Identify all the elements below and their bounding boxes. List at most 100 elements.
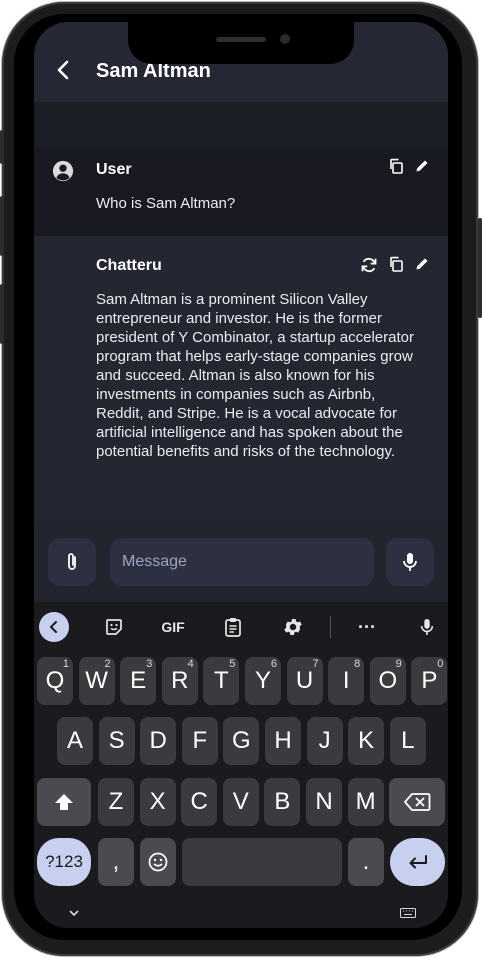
side-button-volume-up xyxy=(0,196,4,256)
key-r-label: R xyxy=(171,667,189,694)
notch xyxy=(128,22,354,64)
key-n[interactable]: N xyxy=(306,778,342,826)
spacebar-key[interactable] xyxy=(182,838,342,886)
key-w[interactable]: W2 xyxy=(78,657,115,705)
key-hint-number: 1 xyxy=(62,658,69,670)
sticker-icon xyxy=(106,619,122,635)
key-x[interactable]: X xyxy=(139,778,176,826)
backspace-icon xyxy=(404,793,431,811)
key-n-label: N xyxy=(315,788,333,815)
front-camera xyxy=(280,34,290,44)
microphone-icon xyxy=(403,553,417,571)
key-x-label: X xyxy=(149,788,166,815)
key-hint-number: 5 xyxy=(229,658,236,670)
gif-button[interactable]: GIF xyxy=(158,612,188,642)
sticker-button[interactable] xyxy=(99,612,129,642)
key-f[interactable]: F xyxy=(181,717,218,765)
key-o[interactable]: O9 xyxy=(369,657,406,705)
edit-icon[interactable] xyxy=(414,256,430,272)
keyboard-settings-button[interactable] xyxy=(278,612,308,642)
gear-icon xyxy=(284,619,302,635)
more-options-button[interactable]: ··· xyxy=(352,612,382,642)
message-text: Who is Sam Altman? xyxy=(96,195,236,212)
regenerate-icon[interactable] xyxy=(360,256,378,274)
message-assistant: Chatteru Sam Altman is a prominent Silic… xyxy=(34,236,448,524)
enter-icon xyxy=(409,855,427,869)
key-i[interactable]: I8 xyxy=(328,657,365,705)
emoji-key[interactable] xyxy=(140,838,176,886)
key-k[interactable]: K xyxy=(348,717,385,765)
key-a[interactable]: A xyxy=(57,717,93,765)
key-k-label: K xyxy=(358,727,375,754)
key-b-label: B xyxy=(274,788,291,815)
key-q-label: Q xyxy=(45,667,65,694)
edit-icon[interactable] xyxy=(414,158,430,174)
key-f-label: F xyxy=(192,727,208,754)
key-d[interactable]: D xyxy=(140,717,177,765)
back-button[interactable] xyxy=(52,58,76,82)
enter-key[interactable] xyxy=(390,838,445,886)
key-e-label: E xyxy=(130,667,147,694)
key-o-label: O xyxy=(378,667,398,694)
key-y[interactable]: Y6 xyxy=(245,657,281,705)
key-s[interactable]: S xyxy=(98,717,135,765)
copy-icon[interactable] xyxy=(388,256,404,272)
key-z[interactable]: Z xyxy=(98,778,134,826)
key-j-label: J xyxy=(318,727,331,754)
key-h[interactable]: H xyxy=(265,717,301,765)
copy-icon[interactable] xyxy=(388,158,404,174)
side-button-volume-down xyxy=(0,284,4,344)
key-d-label: D xyxy=(149,727,167,754)
key-z-label: Z xyxy=(108,788,124,815)
key-c[interactable]: C xyxy=(181,778,218,826)
side-button-power xyxy=(478,218,482,318)
key-e[interactable]: E3 xyxy=(120,657,157,705)
symbols-key[interactable]: ?123 xyxy=(37,838,91,886)
voice-input-button[interactable] xyxy=(386,538,434,586)
key-j[interactable]: J xyxy=(306,717,343,765)
key-h-label: H xyxy=(274,727,292,754)
speaker-grille xyxy=(216,37,266,42)
chevron-down-icon[interactable] xyxy=(68,908,80,918)
key-v[interactable]: V xyxy=(222,778,259,826)
keyboard-voice-button[interactable] xyxy=(412,612,442,642)
key-a-label: A xyxy=(66,727,83,754)
key-hint-number: 4 xyxy=(187,658,194,670)
chat-messages[interactable]: User Who is Sam Altman? Chatteru Sam Alt… xyxy=(34,102,448,524)
key-b[interactable]: B xyxy=(264,778,301,826)
key-t[interactable]: T5 xyxy=(203,657,240,705)
key-hint-number: 8 xyxy=(354,658,361,670)
key-p[interactable]: P0 xyxy=(411,657,448,705)
emoji-icon xyxy=(148,852,168,872)
keyboard-collapse-button[interactable] xyxy=(39,612,69,642)
clipboard-button[interactable] xyxy=(218,612,248,642)
key-y-label: Y xyxy=(254,667,271,694)
period-key[interactable]: . xyxy=(348,838,384,886)
keyboard-switch-icon[interactable] xyxy=(400,908,416,918)
side-button-mute xyxy=(0,130,4,164)
key-g[interactable]: G xyxy=(223,717,260,765)
key-hint-number: 3 xyxy=(146,658,153,670)
attach-button[interactable] xyxy=(48,538,96,586)
paperclip-icon xyxy=(68,553,76,570)
key-t-label: T xyxy=(214,667,229,694)
key-r[interactable]: R4 xyxy=(161,657,198,705)
key-l[interactable]: L xyxy=(389,717,426,765)
shift-key[interactable] xyxy=(37,778,91,826)
backspace-key[interactable] xyxy=(389,778,445,826)
message-input[interactable] xyxy=(110,538,374,586)
key-l-label: L xyxy=(401,727,415,754)
key-g-label: G xyxy=(232,727,251,754)
key-hint-number: 9 xyxy=(395,658,402,670)
key-s-label: S xyxy=(108,727,125,754)
key-u[interactable]: U7 xyxy=(286,657,323,705)
message-text: Sam Altman is a prominent Silicon Valley… xyxy=(96,291,414,460)
key-m[interactable]: M xyxy=(347,778,384,826)
key-hint-number: 6 xyxy=(270,658,277,670)
key-m-label: M xyxy=(355,788,376,815)
comma-key-label: , xyxy=(112,848,120,875)
chevron-left-icon xyxy=(49,621,57,633)
comma-key[interactable]: , xyxy=(98,838,134,886)
key-q[interactable]: Q1 xyxy=(37,657,73,705)
symbols-key-label: ?123 xyxy=(45,852,83,871)
